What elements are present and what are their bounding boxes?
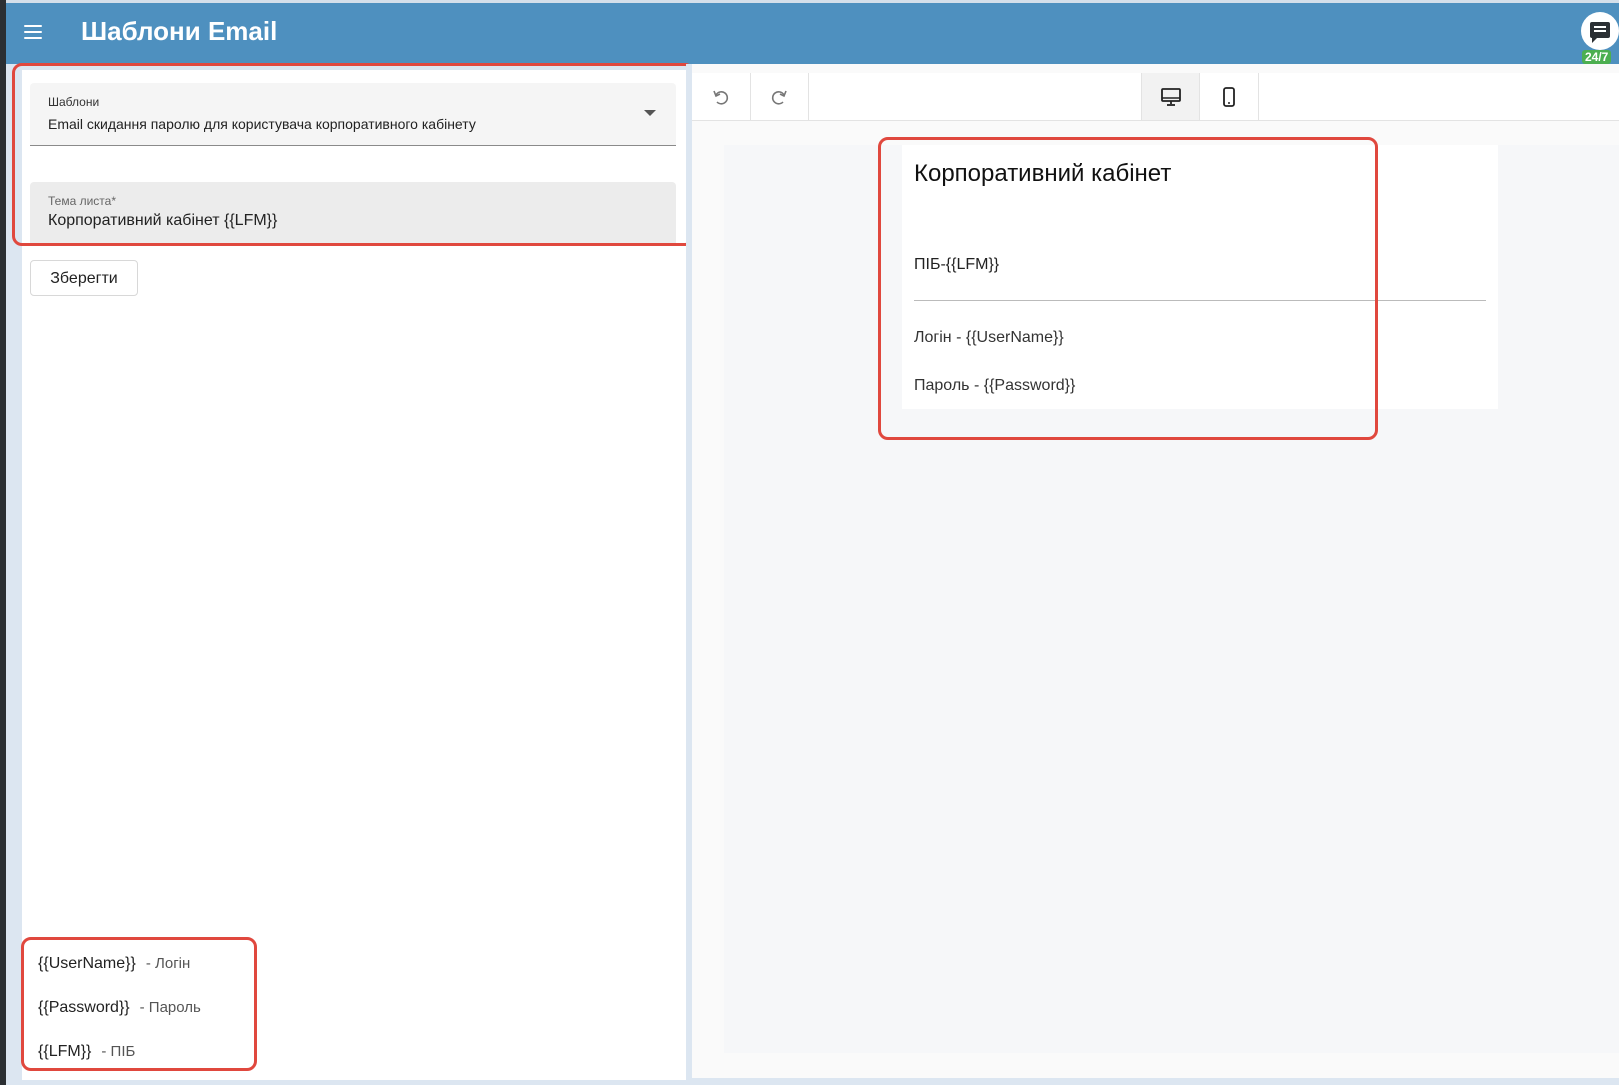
subject-label: Тема листа* (48, 194, 116, 208)
mobile-icon (1223, 86, 1235, 107)
page-title: Шаблони Email (81, 16, 278, 46)
email-login-line[interactable]: Логін - {{UserName}} (914, 329, 1064, 347)
email-divider (914, 300, 1486, 301)
support-chat-button[interactable]: 24/7 (1575, 10, 1619, 64)
redo-icon (771, 90, 787, 105)
templates-selected-value: Email скидання паролю для користувача ко… (48, 116, 476, 132)
subject-value: Корпоративний кабінет {{LFM}} (48, 212, 278, 229)
legend-desc: - Логін (145, 955, 191, 972)
app-header: Шаблони Email 24/7 (6, 0, 1619, 64)
hamburger-menu-icon[interactable] (24, 25, 42, 39)
desktop-view-button[interactable] (1141, 73, 1200, 120)
redo-button[interactable] (750, 73, 809, 120)
templates-select[interactable]: Шаблони Email скидання паролю для корист… (30, 83, 676, 146)
mobile-view-button[interactable] (1199, 73, 1259, 120)
legend-item: {{LFM}} - ПІБ (38, 1043, 135, 1061)
desktop-icon (1161, 87, 1181, 106)
undo-icon (713, 90, 729, 105)
email-fullname-line[interactable]: ПІБ-{{LFM}} (914, 256, 999, 274)
email-heading[interactable]: Корпоративний кабінет (914, 160, 1171, 188)
email-subject-field[interactable]: Тема листа* Корпоративний кабінет {{LFM}… (30, 182, 676, 244)
legend-item: {{UserName}} - Логін (38, 955, 190, 973)
panel-divider[interactable] (686, 64, 692, 1085)
bottom-strip (686, 1078, 1619, 1085)
legend-desc: - Пароль (139, 999, 201, 1016)
save-button[interactable]: Зберегти (30, 260, 138, 296)
support-hours-badge: 24/7 (1582, 50, 1612, 64)
dropdown-arrow-icon (644, 110, 656, 116)
legend-token: {{LFM}} (38, 1043, 92, 1060)
legend-token: {{UserName}} (38, 955, 136, 972)
legend-item: {{Password}} - Пароль (38, 999, 201, 1017)
legend-token: {{Password}} (38, 999, 130, 1016)
legend-desc: - ПІБ (101, 1043, 136, 1060)
email-password-line[interactable]: Пароль - {{Password}} (914, 377, 1075, 395)
editor-toolbar (692, 73, 1619, 121)
undo-button[interactable] (692, 73, 751, 120)
templates-label: Шаблони (48, 95, 100, 109)
